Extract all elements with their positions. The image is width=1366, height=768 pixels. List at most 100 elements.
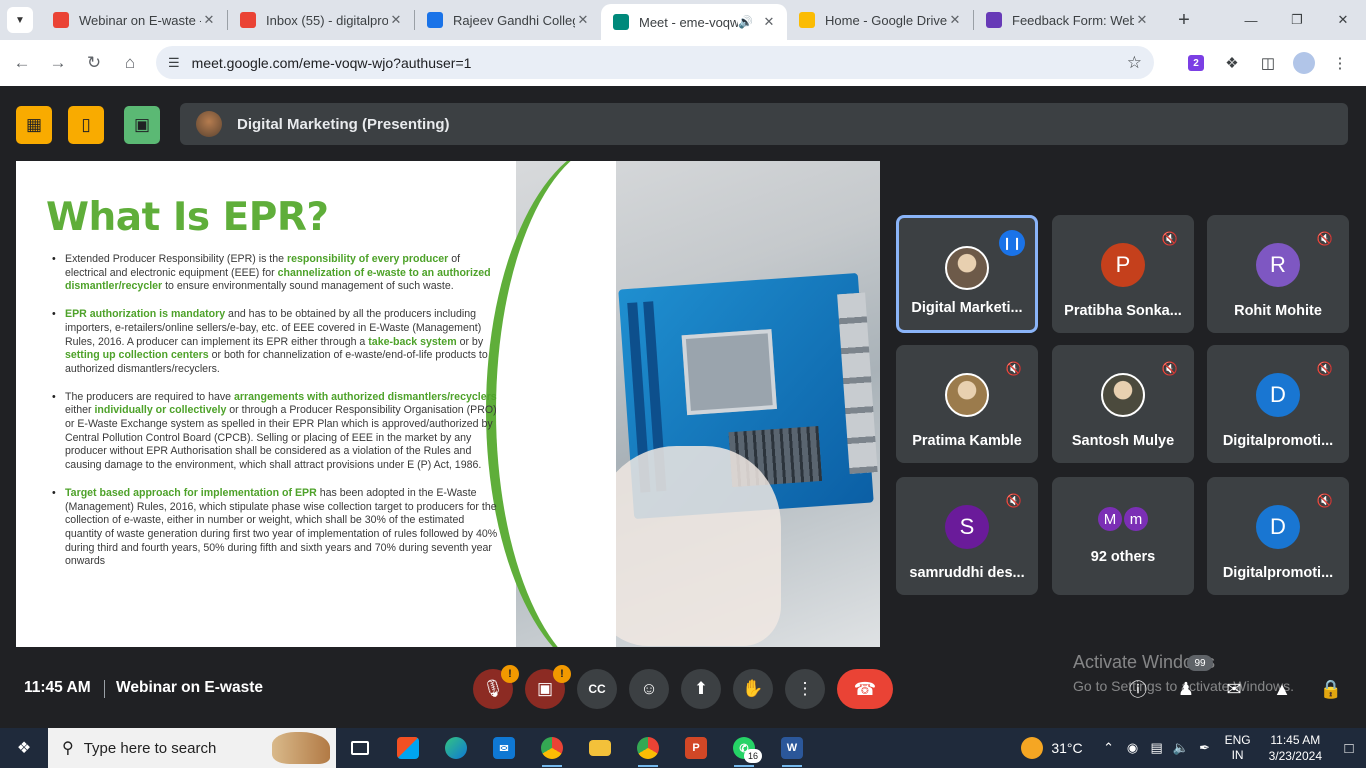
chrome-button[interactable] <box>528 728 576 768</box>
temperature[interactable]: 31°C <box>1051 740 1082 756</box>
browser-tab-bar: ▼ Webinar on E-waste - ✕ Inbox (55) - digi… <box>0 0 1366 40</box>
bullet-text: Extended Producer Responsibility (EPR) i… <box>65 253 287 265</box>
close-tab-icon[interactable]: ✕ <box>575 12 591 28</box>
presentation-slide: What Is EPR? Extended Producer Responsib… <box>16 161 880 647</box>
windows-start-icon[interactable]: ❖ <box>0 728 48 768</box>
volume-icon[interactable]: 🔈 <box>1169 740 1193 756</box>
taskbar-search[interactable]: ⚲ Type here to search <box>48 728 336 768</box>
network-icon[interactable]: ▤ <box>1145 740 1169 756</box>
pen-icon[interactable]: ✒ <box>1193 740 1217 756</box>
site-info-icon[interactable]: ☰ <box>168 55 180 71</box>
avatar <box>945 373 989 417</box>
chat-icon[interactable]: ✉ <box>1219 674 1249 704</box>
mic-off-button[interactable]: 🎙 ! <box>473 665 519 709</box>
camera-off-button[interactable]: ▣ ! <box>525 665 571 709</box>
url-text[interactable]: meet.google.com/eme-voqw-wjo?authuser=1 <box>192 55 1127 71</box>
reload-icon[interactable]: ↻ <box>76 45 112 81</box>
hand-icon: ✋ <box>742 679 764 698</box>
avatar <box>945 246 989 290</box>
powerpoint-icon: P <box>685 737 707 759</box>
slide-bullet: The producers are required to have arran… <box>52 391 502 473</box>
close-tab-icon[interactable]: ✕ <box>388 12 404 28</box>
store-button[interactable] <box>384 728 432 768</box>
mic-muted-icon: 🔇 <box>1161 361 1179 376</box>
close-tab-icon[interactable]: ✕ <box>201 12 217 28</box>
word-button[interactable]: W <box>768 728 816 768</box>
participant-tile[interactable]: Digital Marketi... ❙❙ <box>896 215 1038 333</box>
back-icon[interactable]: ← <box>4 45 40 81</box>
close-tab-icon[interactable]: ✕ <box>947 12 963 28</box>
participant-tile[interactable]: D Digitalpromoti... 🔇 <box>1207 345 1349 463</box>
participant-tile[interactable]: Santosh Mulye 🔇 <box>1052 345 1194 463</box>
captions-button[interactable]: CC <box>577 669 617 709</box>
participant-name: Pratima Kamble <box>912 433 1022 449</box>
layout-hide-icon[interactable]: ▦ <box>16 106 52 144</box>
extension-badge-icon[interactable]: 2 <box>1188 55 1204 71</box>
close-tab-icon[interactable]: ✕ <box>1134 12 1150 28</box>
system-tray: 31°C ⌃ ◉ ▤ 🔈 ✒ ENG IN 11:45 AM 3/23/2024… <box>1021 728 1366 768</box>
highlight-text: EPR authorization is mandatory <box>65 308 226 321</box>
highlight-text: Target based approach for implementation… <box>65 486 317 499</box>
mail-button[interactable]: ✉ <box>480 728 528 768</box>
side-panel-icon[interactable]: ◫ <box>1250 46 1286 80</box>
new-tab-button[interactable]: + <box>1168 9 1200 32</box>
profile-avatar[interactable] <box>1293 52 1315 74</box>
home-icon[interactable]: ⌂ <box>112 45 148 81</box>
activities-icon[interactable]: ▲ <box>1267 674 1297 704</box>
close-tab-icon[interactable]: ✕ <box>761 14 777 30</box>
restore-icon[interactable]: ❐ <box>1274 0 1320 40</box>
people-icon[interactable]: ♟ <box>1171 674 1201 704</box>
participant-name: samruddhi des... <box>909 565 1025 581</box>
present-device-icon[interactable]: ▣ <box>124 106 160 144</box>
browser-tab[interactable]: Inbox (55) - digitalpro ✕ <box>228 0 414 40</box>
reactions-button[interactable]: ☺ <box>629 669 669 709</box>
address-bar[interactable]: ☰ meet.google.com/eme-voqw-wjo?authuser=… <box>156 46 1154 79</box>
input-language[interactable]: ENG IN <box>1225 733 1251 763</box>
participant-tile[interactable]: D Digitalpromoti... 🔇 <box>1207 477 1349 595</box>
webcam-icon[interactable]: ◉ <box>1121 740 1145 756</box>
participant-name: Santosh Mulye <box>1071 433 1175 449</box>
whatsapp-button[interactable]: ✆ 16 <box>720 728 768 768</box>
file-explorer-button[interactable] <box>576 728 624 768</box>
notification-icon[interactable]: □ <box>1332 740 1366 757</box>
participant-name: Pratibha Sonka... <box>1064 303 1182 319</box>
chrome-profile-icon <box>637 737 659 759</box>
browser-tab[interactable]: Meet - eme-voqw-wjo🔊 ✕ <box>601 4 787 40</box>
present-screen-button[interactable]: ⬆ <box>681 669 721 709</box>
raise-hand-button[interactable]: ✋ <box>733 669 773 709</box>
task-view-button[interactable] <box>336 728 384 768</box>
extensions-puzzle-icon[interactable]: ❖ <box>1214 46 1250 80</box>
browser-tab[interactable]: Home - Google Drive ✕ <box>787 0 973 40</box>
minimize-icon[interactable]: — <box>1228 0 1274 40</box>
participant-name: Digitalpromoti... <box>1222 565 1334 581</box>
close-window-icon[interactable]: ✕ <box>1320 0 1366 40</box>
browser-tab[interactable]: Feedback Form: Webin ✕ <box>974 0 1160 40</box>
meeting-info-icon[interactable]: ⓘ <box>1123 674 1153 704</box>
audio-playing-icon[interactable]: 🔊 <box>738 15 753 29</box>
edge-button[interactable] <box>432 728 480 768</box>
chevron-up-icon[interactable]: ⌃ <box>1097 740 1121 756</box>
more-options-button[interactable]: ⋮ <box>785 669 825 709</box>
presenter-avatar <box>196 111 222 137</box>
chrome-profile-button[interactable] <box>624 728 672 768</box>
participant-tile[interactable]: P Pratibha Sonka... 🔇 <box>1052 215 1194 333</box>
taskbar-clock[interactable]: 11:45 AM 3/23/2024 <box>1269 732 1322 764</box>
participant-tile[interactable]: R Rohit Mohite 🔇 <box>1207 215 1349 333</box>
host-controls-icon[interactable]: 🔒 <box>1316 674 1346 704</box>
highlight-text: responsibility of every producer <box>286 253 449 265</box>
weather-icon[interactable] <box>1021 737 1044 759</box>
tab-search-button[interactable]: ▼ <box>7 7 33 33</box>
participant-tile[interactable]: Ssamruddhi des... 🔇 <box>896 477 1038 595</box>
tab-title: Rajeev Gandhi College <box>453 12 575 28</box>
powerpoint-button[interactable]: P <box>672 728 720 768</box>
browser-tab[interactable]: Webinar on E-waste - ✕ <box>41 0 227 40</box>
leave-call-button[interactable]: ☎ <box>837 669 893 709</box>
bookmark-star-icon[interactable]: ☆ <box>1127 53 1142 73</box>
browser-tab[interactable]: Rajeev Gandhi College ✕ <box>415 0 601 40</box>
forward-icon[interactable]: → <box>40 45 76 81</box>
browser-menu-icon[interactable]: ⋮ <box>1322 46 1358 80</box>
participant-tile[interactable]: Mm 92 others <box>1052 477 1194 595</box>
participant-tile[interactable]: Pratima Kamble 🔇 <box>896 345 1038 463</box>
pin-layout-icon[interactable]: ▯ <box>68 106 104 144</box>
divider <box>104 680 105 698</box>
